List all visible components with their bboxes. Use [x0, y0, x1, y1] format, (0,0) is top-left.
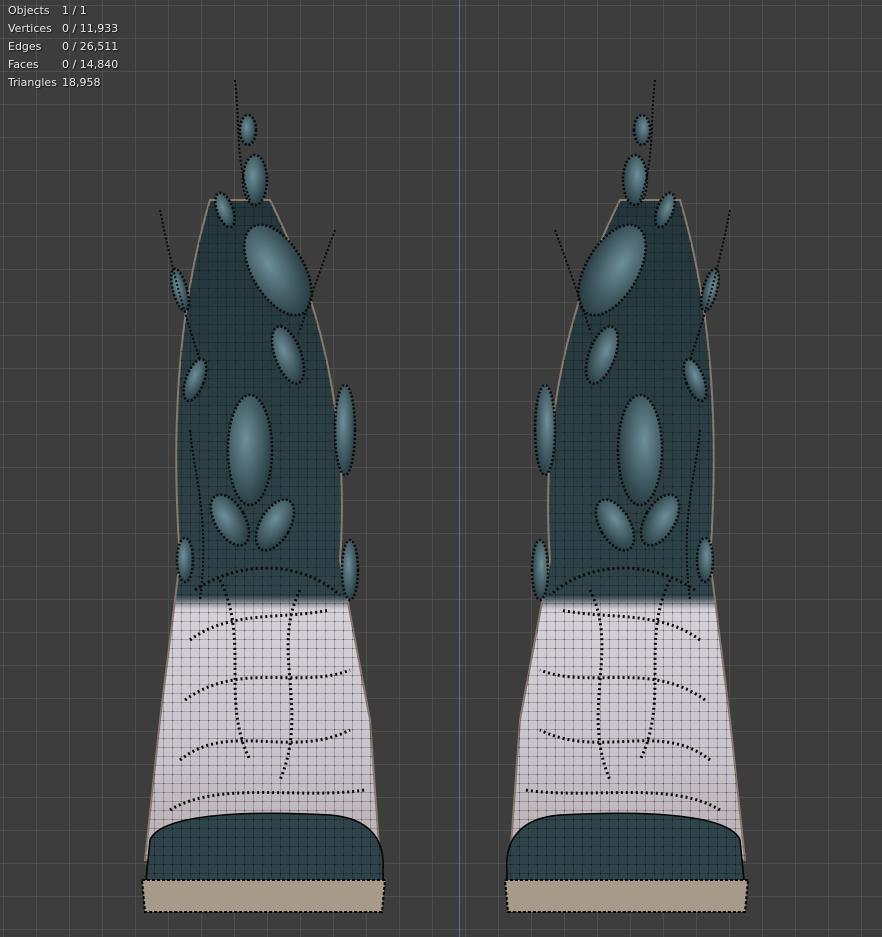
boot-mesh-right[interactable]	[490, 0, 790, 937]
boot-mesh-left[interactable]	[100, 0, 400, 937]
sole-right	[503, 879, 750, 913]
3d-viewport[interactable]: Objects 1 / 1 Vertices 0 / 11,933 Edges …	[0, 0, 882, 937]
sole-left	[140, 879, 387, 913]
y-axis-line	[459, 0, 460, 937]
